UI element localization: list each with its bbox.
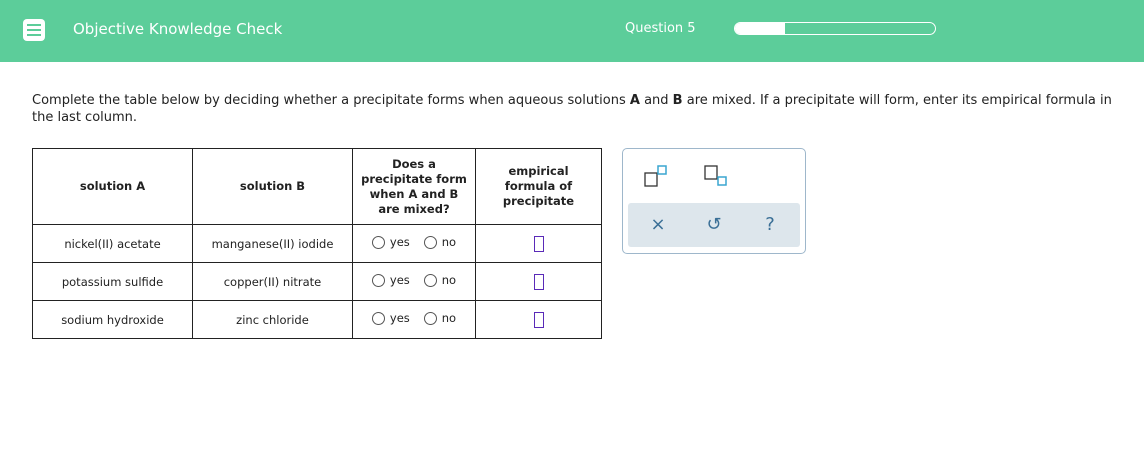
radio-yes[interactable]: yes [371, 273, 410, 288]
table-row: sodium hydroxide zinc chloride yes no [32, 300, 602, 339]
tool-panel-actions: × ↺ ? [628, 203, 800, 247]
radio-no-button[interactable] [423, 273, 437, 287]
header-solution-a: solution A [32, 148, 193, 225]
subscript-icon[interactable] [703, 164, 727, 188]
radio-yes-button[interactable] [371, 235, 385, 249]
header-empirical-formula: empirical formula of precipitate [475, 148, 602, 225]
cell-solution-b: copper(II) nitrate [192, 262, 353, 301]
header-precipitate-question: Does a precipitate form when A and B are… [352, 148, 476, 225]
radio-no-label: no [441, 273, 457, 288]
undo-button[interactable]: ↺ [694, 203, 734, 247]
progress-fill [735, 23, 785, 34]
radio-yes[interactable]: yes [371, 311, 410, 326]
cell-precipitate-choice: yes no [352, 224, 476, 263]
instructions-part: and [639, 93, 673, 108]
cell-empirical-formula [475, 300, 602, 339]
instructions-part: Complete the table below by deciding whe… [32, 93, 630, 108]
superscript-icon[interactable] [643, 164, 667, 188]
radio-no[interactable]: no [423, 273, 457, 288]
radio-no-label: no [441, 311, 457, 326]
cell-solution-b: zinc chloride [192, 300, 353, 339]
radio-no-label: no [441, 235, 457, 250]
cell-empirical-formula [475, 224, 602, 263]
formula-input[interactable] [533, 273, 544, 290]
solution-b-marker: B [672, 93, 683, 108]
table-row: nickel(II) acetate manganese(II) iodide … [32, 224, 602, 263]
cell-solution-a: sodium hydroxide [32, 300, 193, 339]
radio-yes-button[interactable] [371, 311, 385, 325]
precipitate-table: solution A solution B Does a precipitate… [32, 148, 602, 339]
question-number: Question 5 [625, 21, 696, 36]
cell-precipitate-choice: yes no [352, 300, 476, 339]
tool-panel-top [623, 149, 805, 201]
formula-input[interactable] [533, 235, 544, 252]
cell-solution-a: potassium sulfide [32, 262, 193, 301]
header-precipitate-text: Does a precipitate form when A and B are… [361, 156, 467, 216]
menu-icon[interactable] [23, 19, 45, 41]
radio-yes-button[interactable] [371, 273, 385, 287]
radio-no-button[interactable] [423, 311, 437, 325]
table-header-row: solution A solution B Does a precipitate… [32, 148, 602, 225]
radio-yes-label: yes [389, 235, 410, 250]
cell-solution-a: nickel(II) acetate [32, 224, 193, 263]
header-bar: Objective Knowledge Check Question 5 [0, 0, 1144, 62]
header-solution-b: solution B [192, 148, 353, 225]
formula-input[interactable] [533, 311, 544, 328]
instructions-text: Complete the table below by deciding whe… [32, 92, 1132, 126]
radio-no[interactable]: no [423, 235, 457, 250]
cell-precipitate-choice: yes no [352, 262, 476, 301]
cell-solution-b: manganese(II) iodide [192, 224, 353, 263]
clear-button[interactable]: × [638, 203, 678, 247]
solution-a-marker: A [629, 93, 640, 108]
formula-tool-panel: × ↺ ? [622, 148, 806, 254]
radio-yes-label: yes [389, 311, 410, 326]
radio-no-button[interactable] [423, 235, 437, 249]
help-button[interactable]: ? [750, 203, 790, 247]
progress-bar [734, 22, 936, 35]
page-title: Objective Knowledge Check [73, 20, 283, 38]
radio-yes[interactable]: yes [371, 235, 410, 250]
cell-empirical-formula [475, 262, 602, 301]
header-empirical-text: empirical formula of precipitate [502, 164, 575, 208]
table-row: potassium sulfide copper(II) nitrate yes… [32, 262, 602, 301]
radio-no[interactable]: no [423, 311, 457, 326]
radio-yes-label: yes [389, 273, 410, 288]
